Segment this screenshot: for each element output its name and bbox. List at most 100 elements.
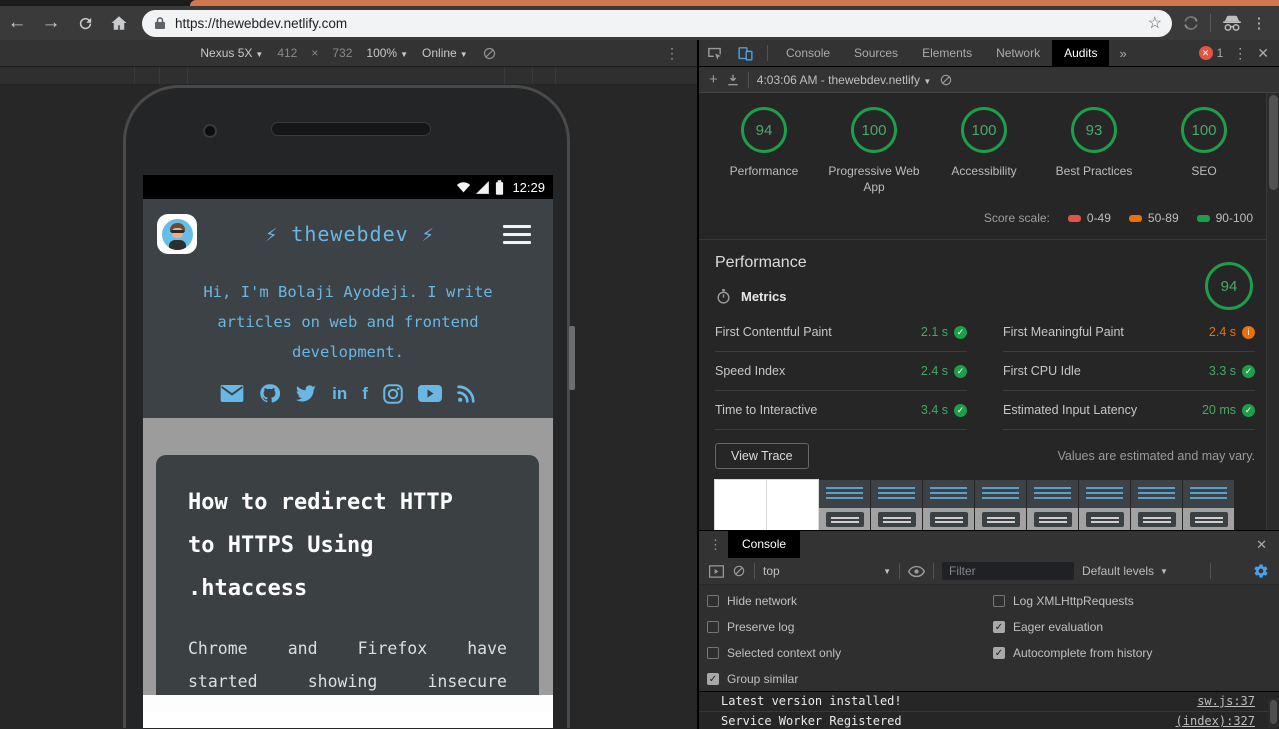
site-content: How to redirect HTTPto HTTPS Using.htacc…	[143, 418, 553, 712]
scale-range: 90-100	[1197, 211, 1253, 225]
hamburger-menu-icon[interactable]	[503, 220, 531, 249]
console-setting[interactable]: ✓ Eager evaluation	[993, 614, 1279, 640]
message-source-link[interactable]: (index):327	[1176, 712, 1255, 729]
device-select[interactable]: Nexus 5X▼	[200, 46, 263, 60]
home-button[interactable]	[102, 14, 136, 32]
article-card[interactable]: How to redirect HTTPto HTTPS Using.htacc…	[156, 455, 539, 712]
youtube-icon[interactable]	[418, 385, 442, 402]
clear-console-icon[interactable]	[732, 564, 746, 578]
checkbox[interactable]: ✓	[707, 673, 719, 685]
audits-scrollbar[interactable]	[1266, 93, 1279, 530]
rotate-icon[interactable]	[482, 46, 497, 61]
checkbox[interactable]	[707, 647, 719, 659]
message-source-link[interactable]: sw.js:37	[1197, 692, 1255, 711]
device-toolbar-toggle-icon[interactable]	[730, 45, 761, 62]
performance-gauge: 94	[1205, 262, 1253, 310]
linkedin-icon[interactable]: in	[332, 384, 347, 404]
facebook-icon[interactable]: f	[362, 384, 368, 404]
section-divider	[699, 239, 1279, 240]
error-count-badge[interactable]: ✕ 1	[1199, 46, 1224, 60]
metric-row: First CPU Idle3.3 s✓	[1003, 352, 1255, 391]
github-icon[interactable]	[259, 383, 280, 404]
score-scale-label: Score scale:	[984, 211, 1050, 225]
tab-elements[interactable]: Elements	[910, 40, 984, 67]
console-scrollbar[interactable]	[1268, 698, 1279, 728]
browser-menu-icon[interactable]: ⋮	[1247, 14, 1271, 32]
tab-sources[interactable]: Sources	[842, 40, 910, 67]
forward-button[interactable]: →	[34, 12, 68, 34]
new-audit-icon[interactable]: +	[709, 71, 718, 88]
bio-line: Hi, I'm Bolaji Ayodeji. I write	[143, 277, 553, 307]
drawer-menu-icon[interactable]: ⋮	[699, 537, 728, 553]
drawer-close-icon[interactable]: ✕	[1256, 537, 1279, 553]
console-setting[interactable]: Preserve log	[707, 614, 993, 640]
console-message[interactable]: Service Worker Registered(index):327	[699, 712, 1279, 729]
phone-screen: 12:29 ⚡ thewebdev ⚡ Hi, I'm Bolaji Ayode…	[143, 175, 553, 728]
scrollbar-thumb[interactable]	[1269, 95, 1278, 190]
avatar[interactable]	[157, 214, 197, 254]
setting-label: Eager evaluation	[1013, 620, 1103, 634]
console-message[interactable]: Latest version installed!sw.js:37	[699, 692, 1279, 712]
bookmark-star-icon[interactable]: ☆	[1148, 13, 1162, 33]
console-setting[interactable]: ✓Group similar	[707, 666, 993, 692]
devtools-close-icon[interactable]: ✕	[1257, 45, 1269, 62]
scale-swatch	[1068, 215, 1081, 222]
category-score[interactable]: 94Performance	[709, 107, 819, 195]
throttle-select[interactable]: Online▼	[422, 46, 468, 60]
tab-network[interactable]: Network	[984, 40, 1052, 67]
status-time: 12:29	[512, 180, 545, 195]
setting-label: Preserve log	[727, 620, 794, 634]
instagram-icon[interactable]	[383, 384, 403, 404]
checkbox[interactable]	[993, 595, 1005, 607]
download-report-icon[interactable]	[726, 73, 740, 87]
extension-icon[interactable]	[1182, 14, 1200, 32]
devtools-tab-bar: ConsoleSourcesElementsNetworkAudits » ✕ …	[699, 40, 1279, 67]
screenshot-root: ← → https://thewebdev.netlify.com ☆ ⋮	[0, 0, 1279, 729]
cellular-icon	[476, 181, 490, 194]
console-setting[interactable]: Log XMLHttpRequests	[993, 588, 1279, 614]
setting-label: Selected context only	[727, 646, 841, 660]
console-filter-input[interactable]: Filter	[942, 562, 1074, 580]
console-settings-gear-icon[interactable]	[1253, 563, 1269, 579]
log-levels-select[interactable]: Default levels▼	[1082, 564, 1168, 578]
incognito-profile-icon[interactable]	[1221, 14, 1243, 32]
category-score[interactable]: 100Progressive Web App	[819, 107, 929, 195]
rss-icon[interactable]	[457, 384, 476, 403]
console-sidebar-toggle-icon[interactable]	[709, 565, 724, 578]
error-icon: ✕	[1199, 46, 1213, 60]
checkbox[interactable]	[707, 595, 719, 607]
media-query-bar[interactable]	[0, 67, 697, 85]
site-title[interactable]: ⚡ thewebdev ⚡	[197, 222, 503, 246]
device-toolbar-menu-icon[interactable]: ⋮	[665, 45, 679, 62]
audit-run-select[interactable]: 4:03:06 AM - thewebdev.netlify ▼	[757, 73, 931, 87]
checkbox[interactable]	[707, 621, 719, 633]
category-score[interactable]: 100SEO	[1149, 107, 1259, 195]
more-tabs-button[interactable]: »	[1109, 46, 1136, 61]
console-drawer-tab[interactable]: Console	[728, 531, 800, 558]
checkbox[interactable]: ✓	[993, 647, 1005, 659]
inspect-element-icon[interactable]	[699, 45, 730, 62]
category-score[interactable]: 93Best Practices	[1039, 107, 1149, 195]
devtools-menu-icon[interactable]: ⋮	[1233, 45, 1247, 62]
checkbox[interactable]: ✓	[993, 621, 1005, 633]
reload-button[interactable]	[68, 15, 102, 32]
twitter-icon[interactable]	[295, 385, 317, 403]
viewport-width[interactable]: 412	[277, 46, 297, 60]
view-trace-button[interactable]: View Trace	[715, 443, 809, 469]
viewport-height[interactable]: 732	[332, 46, 352, 60]
zoom-select[interactable]: 100%▼	[366, 46, 408, 60]
execution-context-select[interactable]: top▼	[763, 564, 891, 578]
tab-audits[interactable]: Audits	[1052, 40, 1109, 67]
category-score[interactable]: 100Accessibility	[929, 107, 1039, 195]
email-icon[interactable]	[220, 385, 244, 402]
tab-console[interactable]: Console	[774, 40, 842, 67]
back-button[interactable]: ←	[0, 12, 34, 34]
console-setting[interactable]: Hide network	[707, 588, 993, 614]
eye-icon[interactable]	[908, 565, 925, 578]
console-setting[interactable]: Selected context only	[707, 640, 993, 666]
address-bar[interactable]: https://thewebdev.netlify.com ☆	[142, 10, 1172, 37]
average-info-icon: i	[1242, 326, 1255, 339]
console-setting[interactable]: ✓Autocomplete from history	[993, 640, 1279, 666]
clear-audits-icon[interactable]	[939, 73, 953, 87]
article-title[interactable]: How to redirect HTTPto HTTPS Using.htacc…	[188, 481, 507, 610]
